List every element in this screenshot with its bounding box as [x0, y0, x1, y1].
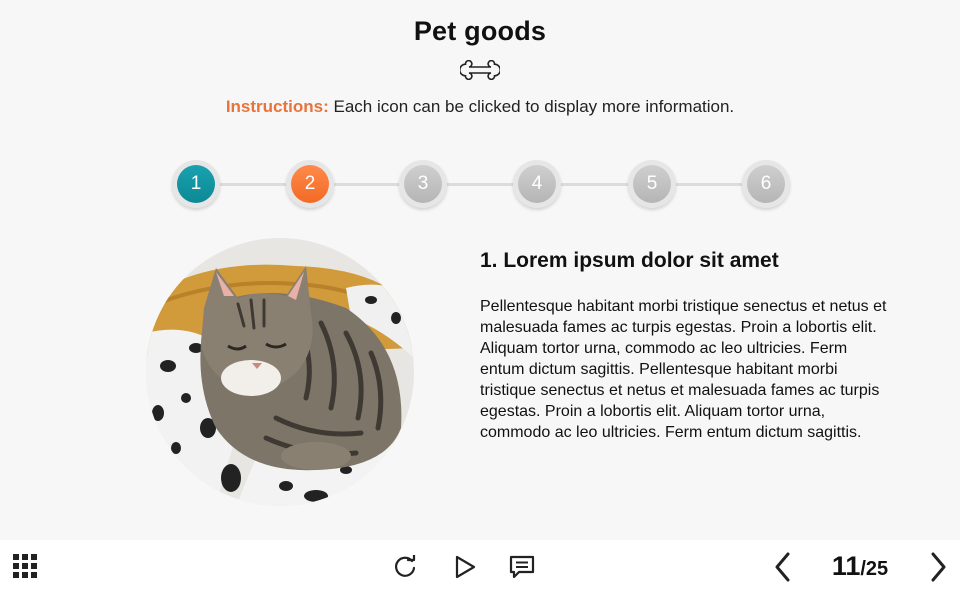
captions-icon[interactable]: [509, 555, 535, 579]
step-3-button[interactable]: 3: [399, 160, 447, 208]
menu-grid-icon[interactable]: [13, 554, 37, 578]
cat-photo: [146, 238, 414, 506]
current-page: 11: [831, 551, 861, 581]
content-title: 1. Lorem ipsum dolor sit amet: [480, 249, 779, 272]
steps-connector-line: [196, 183, 766, 186]
play-icon[interactable]: [453, 555, 477, 579]
step-1-button[interactable]: 1: [172, 160, 220, 208]
footer-bar: [0, 540, 960, 590]
step-6-label: 6: [747, 165, 785, 203]
step-2-button[interactable]: 2: [286, 160, 334, 208]
step-4-button[interactable]: 4: [513, 160, 561, 208]
replay-icon[interactable]: [393, 555, 417, 579]
step-3-label: 3: [404, 165, 442, 203]
next-arrow-icon[interactable]: [928, 552, 948, 582]
step-4-label: 4: [518, 165, 556, 203]
page-title: Pet goods: [413, 16, 547, 46]
step-5-label: 5: [633, 165, 671, 203]
total-pages: /25: [860, 558, 889, 580]
page-indicator: 11/25: [820, 551, 900, 582]
instructions-text: Each icon can be clicked to display more…: [328, 97, 735, 116]
step-2-label: 2: [291, 165, 329, 203]
step-5-button[interactable]: 5: [628, 160, 676, 208]
step-1-label: 1: [177, 165, 215, 203]
instructions-label: Instructions:: [225, 97, 329, 116]
content-body: Pellentesque habitant morbi tristique se…: [480, 298, 887, 441]
bone-icon: [460, 60, 500, 80]
step-6-button[interactable]: 6: [742, 160, 790, 208]
instructions: Instructions: Each icon can be clicked t…: [0, 97, 960, 117]
prev-arrow-icon[interactable]: [773, 552, 793, 582]
